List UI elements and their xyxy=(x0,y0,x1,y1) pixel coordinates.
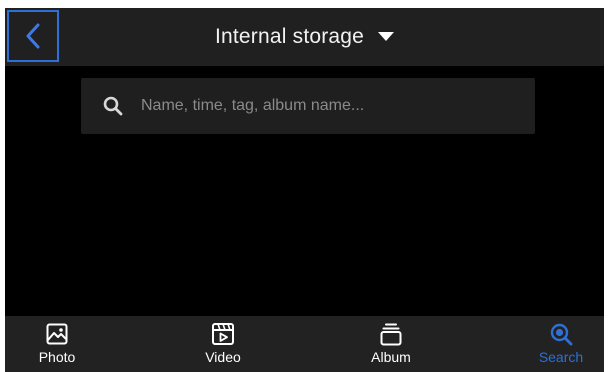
nav-label-photo: Photo xyxy=(38,349,76,365)
search-icon xyxy=(103,96,123,116)
nav-item-album[interactable]: Album xyxy=(361,316,421,372)
caret-down-icon xyxy=(378,32,395,42)
nav-item-video[interactable]: Video xyxy=(193,316,253,372)
nav-label-album: Album xyxy=(371,349,411,365)
nav-label-search: Search xyxy=(538,349,584,365)
photo-icon xyxy=(46,322,68,346)
search-bar[interactable] xyxy=(81,78,535,134)
nav-item-search[interactable]: Search xyxy=(526,316,596,372)
back-button[interactable] xyxy=(7,10,59,62)
screen: Internal storage Name, time, tag, album … xyxy=(5,8,604,372)
nav-item-photo[interactable]: Photo xyxy=(27,316,87,372)
top-bar: Internal storage xyxy=(5,8,604,66)
nav-label-video: Video xyxy=(205,349,241,365)
video-icon xyxy=(211,322,235,346)
title-dropdown[interactable]: Internal storage xyxy=(5,8,604,66)
page-title: Internal storage xyxy=(214,25,365,48)
search-icon xyxy=(549,322,573,346)
search-input[interactable] xyxy=(139,96,535,116)
chevron-left-icon xyxy=(25,23,41,49)
bottom-nav: Photo Video Album Search xyxy=(5,316,604,372)
album-icon xyxy=(380,322,402,346)
